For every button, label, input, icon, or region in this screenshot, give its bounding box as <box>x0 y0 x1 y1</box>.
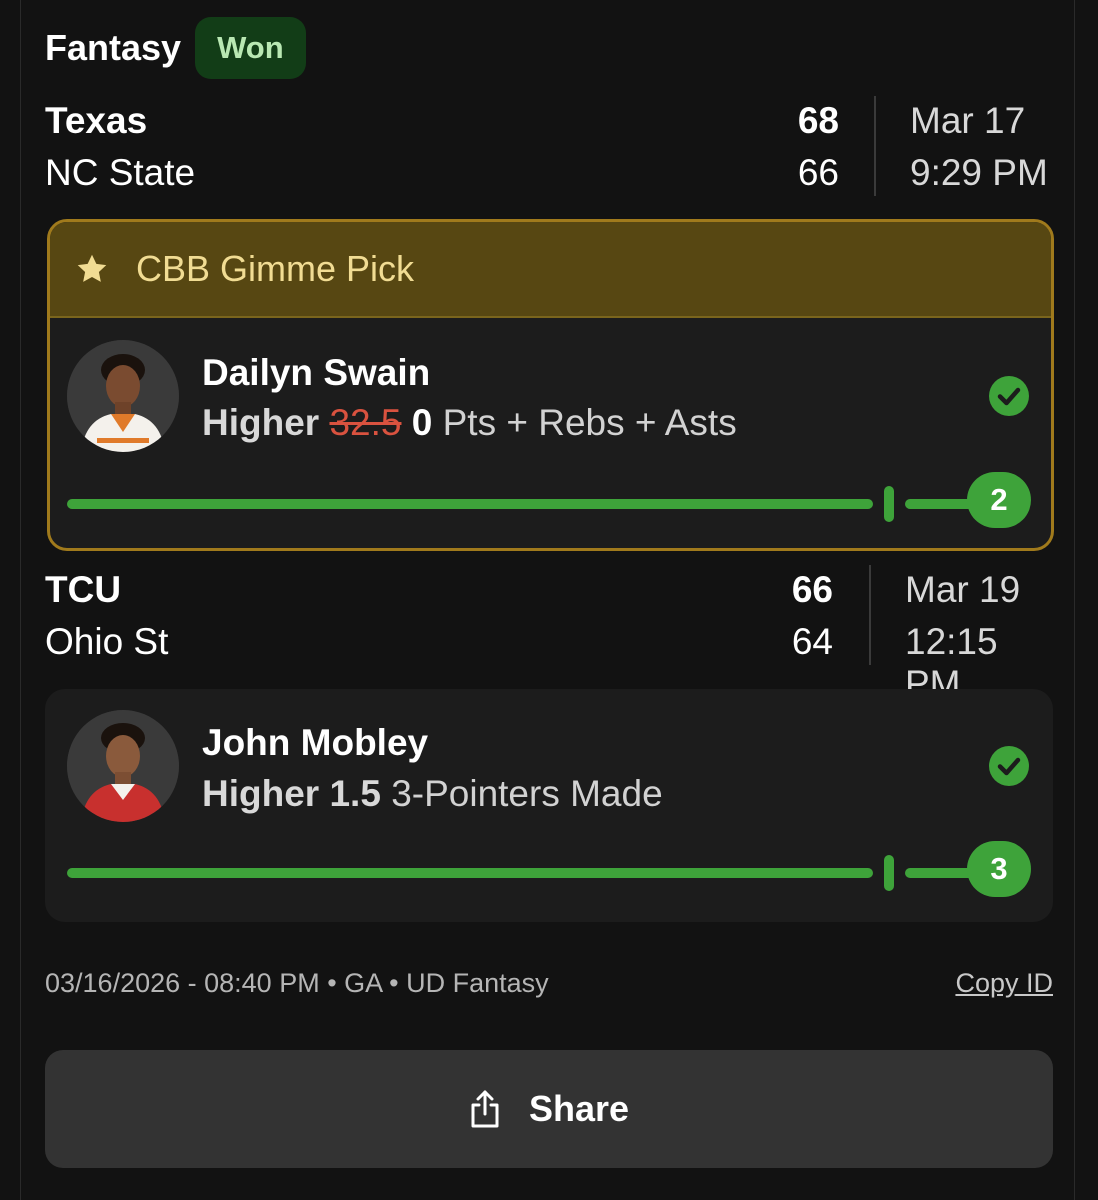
progress-track <box>67 868 873 878</box>
entry-meta: 03/16/2026 - 08:40 PM • GA • UD Fantasy <box>45 968 549 998</box>
pick-direction: Higher <box>202 402 320 443</box>
left-border <box>20 0 21 1200</box>
copy-id-link[interactable]: Copy ID <box>955 968 1053 999</box>
entry-detail-screen: Fantasy Won Texas 68 NC State 66 Mar 17 … <box>0 0 1098 1200</box>
line-value: 1.5 <box>329 773 381 814</box>
team-name: TCU <box>45 569 122 610</box>
team-name: NC State <box>45 152 196 193</box>
player-avatar <box>67 710 179 822</box>
share-button-label: Share <box>528 1088 630 1129</box>
result-value-bubble: 3 <box>967 841 1031 897</box>
team-score: 66 <box>797 152 839 193</box>
pick-line: Higher 1.5 3-Pointers Made <box>202 773 663 815</box>
status-badge: Won <box>195 17 306 79</box>
divider <box>874 96 876 196</box>
player-name: Dailyn Swain <box>202 352 431 393</box>
game-time: 9:29 PM <box>910 152 1048 193</box>
star-icon <box>77 254 107 282</box>
check-circle-icon <box>989 746 1029 786</box>
divider <box>869 565 871 665</box>
share-icon <box>471 1090 499 1128</box>
game-date: Mar 19 <box>905 569 1021 610</box>
pick-card[interactable]: John Mobley Higher 1.5 3-Pointers Made 3 <box>45 689 1053 922</box>
original-line-value: 32.5 <box>329 402 402 443</box>
check-circle-icon <box>989 376 1029 416</box>
game-row: Texas 68 NC State 66 Mar 17 9:29 PM <box>45 96 1053 200</box>
player-photo <box>67 710 179 822</box>
team-score: 68 <box>797 100 839 141</box>
gimme-pick-card[interactable]: CBB Gimme Pick Dailyn Swain Higher 32.5 … <box>47 219 1054 551</box>
line-marker <box>884 486 894 522</box>
result-value-bubble: 2 <box>967 472 1031 528</box>
result-progress: 2 <box>67 472 1033 536</box>
player-name: John Mobley <box>202 722 429 763</box>
progress-track <box>67 499 873 509</box>
pick-direction: Higher <box>202 773 320 814</box>
line-value: 0 <box>411 402 433 443</box>
line-marker <box>884 855 894 891</box>
gimme-pick-header: CBB Gimme Pick <box>50 222 1051 318</box>
player-photo <box>67 340 179 452</box>
result-progress: 3 <box>67 841 1033 905</box>
stat-type: Pts + Rebs + Asts <box>442 402 737 443</box>
team-score: 66 <box>791 569 833 610</box>
game-row: TCU 66 Ohio St 64 Mar 19 12:15 PM <box>45 565 1053 704</box>
share-button[interactable]: Share <box>45 1050 1053 1168</box>
pick-line: Higher 32.5 0 Pts + Rebs + Asts <box>202 402 737 444</box>
team-score: 64 <box>791 621 833 662</box>
entry-type-title: Fantasy <box>45 27 182 68</box>
stat-type: 3-Pointers Made <box>391 773 663 814</box>
game-date: Mar 17 <box>910 100 1026 141</box>
gimme-pick-label: CBB Gimme Pick <box>136 248 415 289</box>
right-border <box>1074 0 1075 1200</box>
team-name: Texas <box>45 100 148 141</box>
entry-header: Fantasy Won <box>45 15 306 81</box>
team-name: Ohio St <box>45 621 169 662</box>
player-avatar <box>67 340 179 452</box>
